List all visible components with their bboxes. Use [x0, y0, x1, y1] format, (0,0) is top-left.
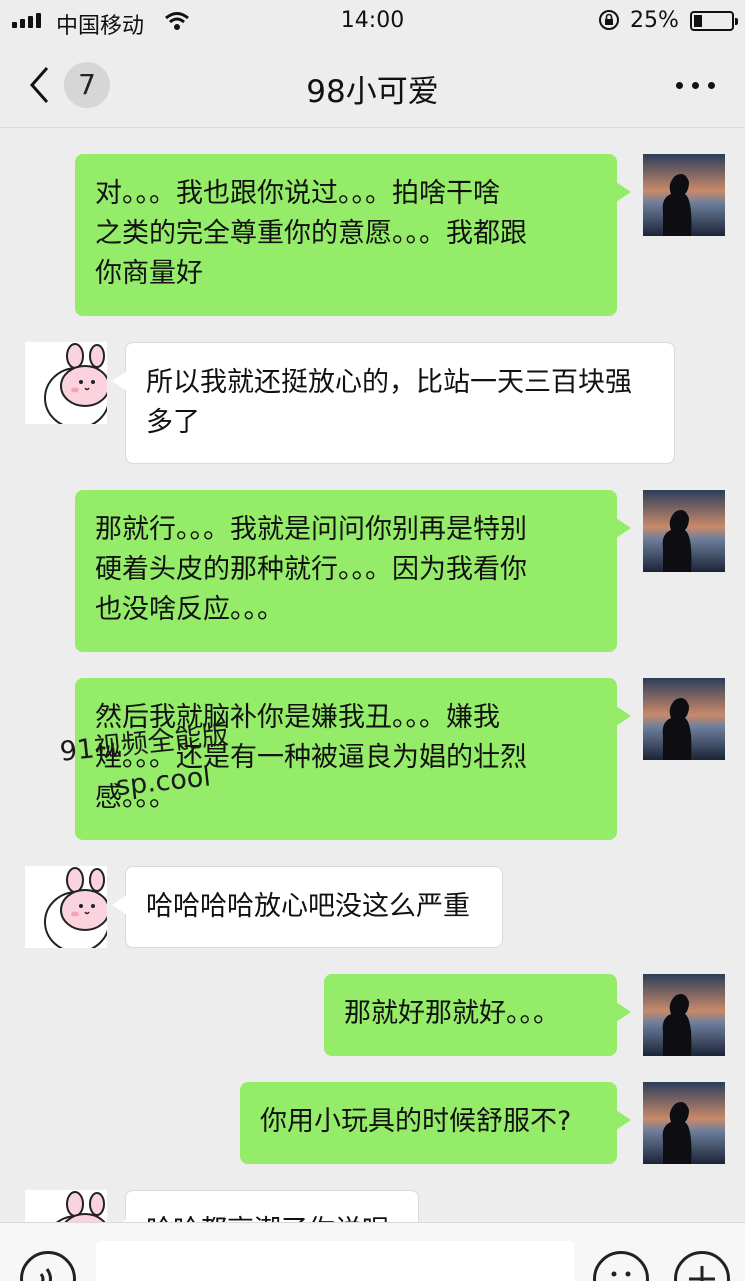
message-bubble-sent[interactable]: 你用小玩具的时候舒服不?: [240, 1082, 631, 1164]
message-bubble-received[interactable]: 所以我就还挺放心的，比站一天三百块强 多了: [112, 342, 675, 464]
more-button[interactable]: [672, 70, 720, 100]
emoji-button[interactable]: [593, 1251, 649, 1281]
emoji-icon: [611, 1271, 631, 1277]
nav-bar: 7 98小可爱: [0, 42, 745, 128]
my-avatar[interactable]: [643, 154, 725, 236]
my-avatar[interactable]: [643, 678, 725, 760]
orientation-lock-icon: [599, 10, 619, 30]
contact-avatar[interactable]: [25, 342, 107, 424]
message-bubble-sent[interactable]: 对。。。我也跟你说过。。。拍啥干啥 之类的完全尊重你的意愿。。。我都跟 你商量好: [75, 154, 631, 316]
message-bubble-sent[interactable]: 那就好那就好。。。: [324, 974, 631, 1056]
message-input[interactable]: [96, 1241, 574, 1281]
input-bar: [0, 1222, 745, 1281]
plus-button[interactable]: [674, 1251, 730, 1281]
voice-button[interactable]: [20, 1251, 76, 1281]
chat-title: 98小可爱: [306, 74, 439, 110]
plus-icon: [689, 1266, 715, 1281]
my-avatar[interactable]: [643, 1082, 725, 1164]
message-bubble-received[interactable]: 哈哈哈哈放心吧没这么严重: [112, 866, 503, 948]
contact-avatar[interactable]: [25, 866, 107, 948]
my-avatar[interactable]: [643, 974, 725, 1056]
battery-percent: 25%: [630, 8, 679, 33]
my-avatar[interactable]: [643, 490, 725, 572]
voice-icon: [39, 1268, 52, 1281]
battery-icon: [690, 11, 738, 31]
status-bar: 中国移动 14:00 25%: [0, 0, 745, 42]
message-bubble-sent[interactable]: 那就行。。。我就是问问你别再是特别 硬着头皮的那种就行。。。因为我看你 也没啥反…: [75, 490, 631, 652]
